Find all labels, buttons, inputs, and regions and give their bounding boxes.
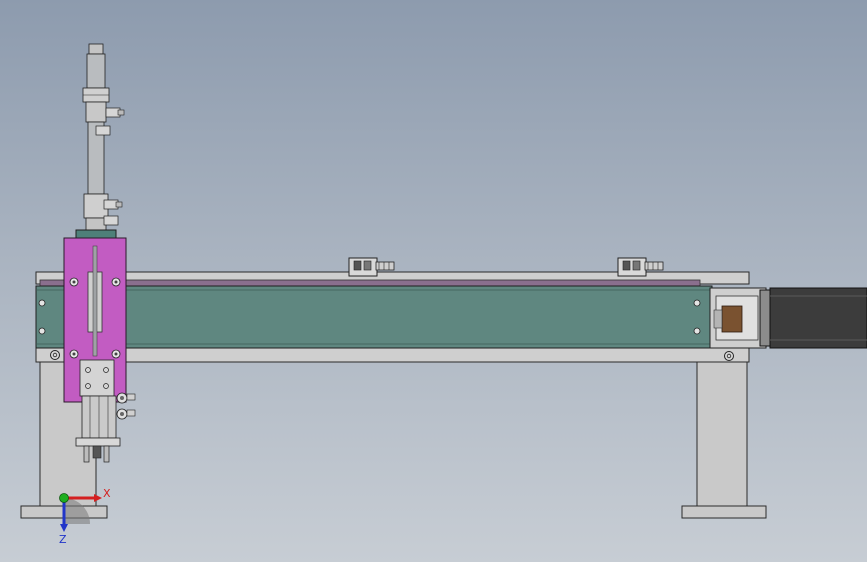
coupling [721, 305, 743, 333]
z-axis-label: Z [59, 533, 67, 546]
gripper-fitting [116, 408, 128, 420]
plate-bolt [111, 349, 121, 359]
cad-viewport[interactable]: X Z [0, 0, 867, 562]
module-end-bolt [38, 299, 46, 307]
vertical-cylinder [75, 43, 125, 241]
gripper-finger [83, 445, 90, 463]
plate-bolt [69, 277, 79, 287]
cad-drawing: X Z [20, 43, 867, 546]
gripper-fitting [116, 392, 128, 404]
right-foot [681, 505, 767, 519]
air-fitting [103, 199, 123, 210]
air-fitting [95, 125, 111, 136]
plate-bolt [69, 349, 79, 359]
module-top-rail [39, 279, 701, 287]
module-end-bolt [693, 299, 701, 307]
module-body [35, 285, 713, 349]
motor-assembly [709, 287, 867, 349]
bottom-beam [35, 347, 750, 363]
servo-motor [769, 287, 867, 349]
module-end-bolt [38, 327, 46, 335]
module-end-bolt [693, 327, 701, 335]
x-axis-label: X [103, 487, 111, 500]
gripper-finger [103, 445, 110, 463]
air-fitting [103, 215, 119, 226]
right-leg [696, 359, 748, 509]
y-axis-dot [59, 493, 69, 503]
air-fitting [105, 107, 125, 118]
linear-module [35, 279, 713, 349]
plate-bolt [111, 277, 121, 287]
frame-bolt [724, 351, 734, 361]
frame-bolt [50, 350, 60, 360]
